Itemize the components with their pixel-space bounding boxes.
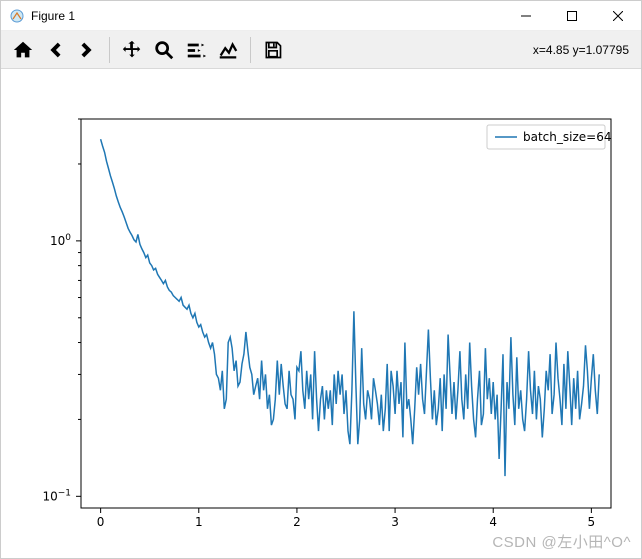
app-icon: [9, 8, 25, 24]
chart-svg: 0 1 2 3 4 5 10−1 100 batch_size=64: [1, 69, 641, 558]
back-button[interactable]: [39, 34, 71, 66]
svg-text:100: 100: [50, 233, 71, 248]
pan-button[interactable]: [116, 34, 148, 66]
svg-text:batch_size=64: batch_size=64: [523, 130, 611, 144]
plot-canvas[interactable]: 01234510−1100batch_size=64 CSDN @左小田^O^: [1, 69, 641, 558]
svg-text:2: 2: [293, 515, 301, 529]
minimize-button[interactable]: [503, 1, 549, 31]
svg-text:3: 3: [391, 515, 399, 529]
maximize-button[interactable]: [549, 1, 595, 31]
cursor-coordinates: x=4.85 y=1.07795: [533, 43, 635, 57]
toolbar-separator-2: [250, 37, 251, 63]
svg-text:10−1: 10−1: [42, 488, 71, 503]
zoom-button[interactable]: [148, 34, 180, 66]
window-title: Figure 1: [31, 9, 75, 23]
svg-text:5: 5: [588, 515, 596, 529]
home-button[interactable]: [7, 34, 39, 66]
svg-text:4: 4: [489, 515, 497, 529]
toolbar: x=4.85 y=1.07795: [1, 31, 641, 69]
titlebar: Figure 1: [1, 1, 641, 31]
forward-button[interactable]: [71, 34, 103, 66]
configure-subplots-button[interactable]: [180, 34, 212, 66]
svg-text:0: 0: [97, 515, 105, 529]
close-button[interactable]: [595, 1, 641, 31]
toolbar-separator: [109, 37, 110, 63]
figure-window: Figure 1: [0, 0, 642, 559]
edit-axes-button[interactable]: [212, 34, 244, 66]
save-button[interactable]: [257, 34, 289, 66]
svg-text:1: 1: [195, 515, 203, 529]
